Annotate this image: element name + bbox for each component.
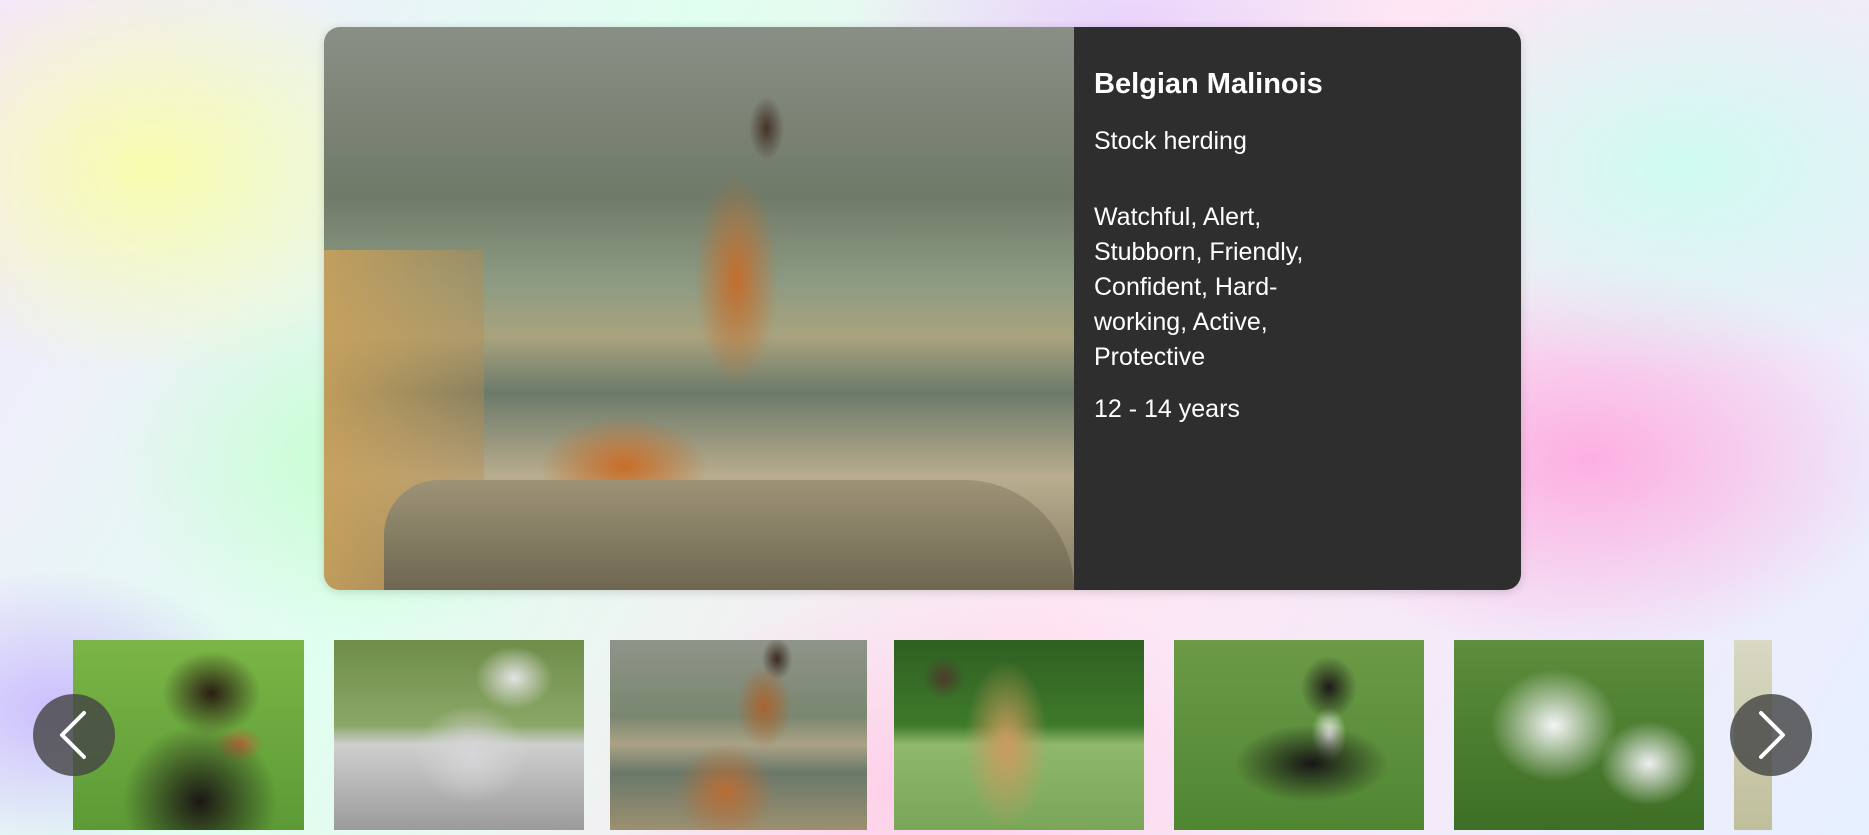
breed-info-panel: Belgian Malinois Stock herding Watchful,… xyxy=(1074,27,1521,590)
breed-name: Belgian Malinois xyxy=(1094,68,1323,100)
carousel-next-button[interactable] xyxy=(1730,694,1812,776)
chevron-left-icon xyxy=(60,711,86,759)
breed-thumbnail[interactable] xyxy=(1174,640,1424,830)
breed-thumbnail[interactable] xyxy=(894,640,1144,830)
featured-breed-photo xyxy=(324,27,1074,590)
featured-breed-card: Belgian Malinois Stock herding Watchful,… xyxy=(324,27,1521,590)
breed-thumbnail[interactable] xyxy=(610,640,867,830)
breed-group: Stock herding xyxy=(1094,126,1247,155)
breed-life-span: 12 - 14 years xyxy=(1094,394,1240,423)
breed-thumbnail[interactable] xyxy=(1454,640,1704,830)
chevron-right-icon xyxy=(1759,711,1785,759)
carousel-prev-button[interactable] xyxy=(33,694,115,776)
breed-temperament: Watchful, Alert, Stubborn, Friendly, Con… xyxy=(1094,202,1304,371)
breed-thumbnail[interactable] xyxy=(334,640,584,830)
breed-thumbnail-carousel xyxy=(0,640,1869,830)
